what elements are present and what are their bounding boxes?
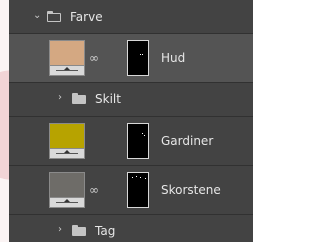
- layer-mask-thumbnail[interactable]: [127, 123, 149, 159]
- layer-name-tag: Tag: [95, 224, 116, 238]
- chevron-down-icon[interactable]: ⌄: [33, 11, 41, 21]
- link-icon[interactable]: ∞: [89, 184, 99, 196]
- folder-icon: [47, 11, 61, 22]
- adjustment-thumbnail[interactable]: [49, 40, 85, 76]
- layer-hud[interactable]: ∞ Hud: [9, 34, 253, 83]
- layer-name-farve: Farve: [70, 10, 103, 24]
- layers-panel: ⌄ Farve ∞ Hud › Skilt Gardiner ∞ Skorste…: [9, 0, 253, 242]
- color-fill-swatch: [50, 124, 84, 148]
- adjustment-slider-icon: [50, 148, 84, 158]
- layer-name-hud: Hud: [161, 51, 186, 65]
- layer-group-farve[interactable]: ⌄ Farve: [9, 0, 253, 34]
- layer-group-tag[interactable]: › Tag: [9, 215, 253, 242]
- layer-name-skilt: Skilt: [95, 92, 121, 106]
- link-icon[interactable]: ∞: [89, 52, 99, 64]
- adjustment-slider-icon: [50, 197, 84, 207]
- adjustment-thumbnail[interactable]: [49, 172, 85, 208]
- screenshot-stage: ⌄ Farve ∞ Hud › Skilt Gardiner ∞ Skorste…: [0, 0, 253, 242]
- adjustment-thumbnail[interactable]: [49, 123, 85, 159]
- layer-group-skilt[interactable]: › Skilt: [9, 83, 253, 117]
- layer-mask-thumbnail[interactable]: [127, 40, 149, 76]
- chevron-right-icon[interactable]: ›: [58, 93, 62, 103]
- color-fill-swatch: [50, 41, 84, 65]
- layer-gardiner[interactable]: Gardiner: [9, 117, 253, 166]
- layer-name-gardiner: Gardiner: [161, 134, 214, 148]
- layer-mask-thumbnail[interactable]: [127, 172, 149, 208]
- color-fill-swatch: [50, 173, 84, 197]
- chevron-right-icon[interactable]: ›: [58, 225, 62, 235]
- adjustment-slider-icon: [50, 65, 84, 75]
- layer-name-skorstene: Skorstene: [161, 183, 221, 197]
- folder-icon: [72, 225, 86, 236]
- layer-skorstene[interactable]: ∞ Skorstene: [9, 166, 253, 215]
- folder-icon: [72, 93, 86, 104]
